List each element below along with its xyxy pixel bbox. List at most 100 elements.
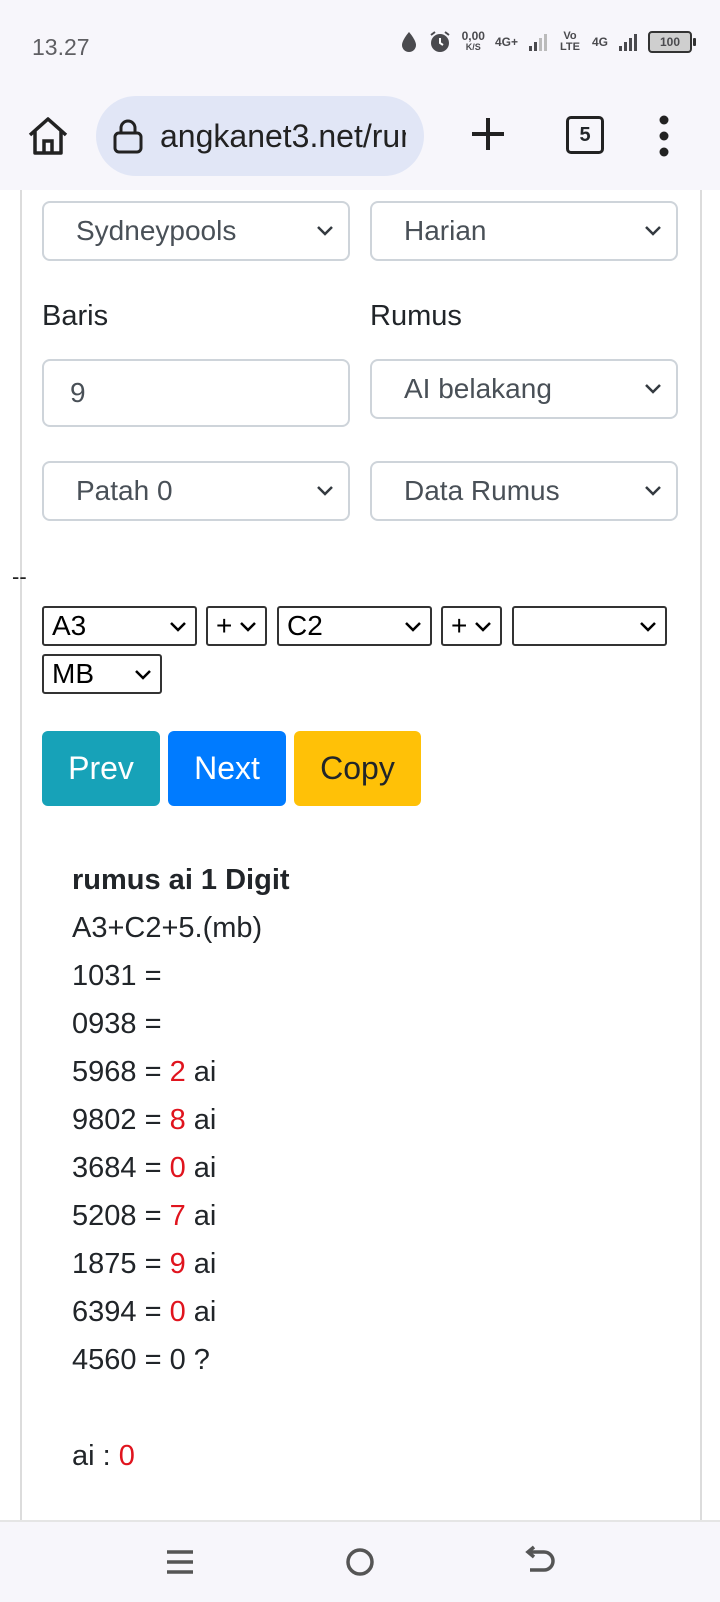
rows-input-value: 9 [70, 377, 86, 408]
result-suffix: ai [193, 1056, 217, 1088]
chevron-down-icon [640, 622, 656, 632]
chevron-down-icon [645, 486, 661, 496]
prev-button[interactable]: Prev [42, 731, 160, 806]
patah-select[interactable]: Patah 0 [42, 461, 350, 521]
result-digit: 7 [169, 1200, 186, 1232]
mode-value: MB [52, 658, 94, 689]
chevron-down-icon [317, 226, 333, 236]
lock-icon [113, 119, 143, 154]
chevron-down-icon [645, 226, 661, 236]
result-row: 0938 = [72, 1008, 162, 1040]
period-select-value: Harian [404, 215, 487, 246]
result-number: 1031 [72, 960, 137, 992]
result-number: 1875 [72, 1248, 137, 1280]
data-rate: 0,00 K/S [461, 29, 485, 52]
chevron-down-icon [405, 622, 421, 632]
result-row: 5968 = 2 ai [72, 1056, 217, 1088]
result-digit: 0 [169, 1152, 186, 1184]
data-rumus-select-value: Data Rumus [404, 475, 560, 506]
formula-select[interactable]: AI belakang [370, 359, 678, 419]
prediction-row: 4560 = 0 ? [72, 1344, 210, 1376]
result-suffix: ai [193, 1296, 217, 1328]
chevron-down-icon [135, 670, 151, 680]
result-digit: 2 [169, 1056, 186, 1088]
next-button[interactable]: Next [168, 731, 286, 806]
alarm-icon [430, 31, 450, 52]
market-select[interactable]: Sydneypools [42, 201, 350, 261]
chevron-down-icon [170, 622, 186, 632]
status-icons: 0,00 K/S 4G+ Vo LTE 4G 100 [400, 29, 696, 54]
result-row: 1875 = 9 ai [72, 1248, 217, 1280]
tab-switcher-button[interactable]: 5 [566, 116, 604, 154]
market-select-value: Sydneypools [76, 215, 237, 246]
result-suffix: ai [193, 1248, 217, 1280]
operator-1-select[interactable]: + [206, 606, 267, 646]
status-bar: 13.27 0,00 K/S 4G+ Vo LTE 4G 100 [0, 0, 720, 90]
chevron-down-icon [645, 384, 661, 394]
address-bar[interactable]: angkanet3.net/rumus [96, 96, 424, 176]
status-time: 13.27 [32, 34, 90, 60]
result-row: 5208 = 7 ai [72, 1200, 217, 1232]
result-title: rumus ai 1 Digit [72, 864, 290, 896]
network-4gplus: 4G+ [494, 35, 518, 49]
operator-2-select[interactable]: + [441, 606, 502, 646]
result-row: 1031 = [72, 960, 162, 992]
operator-1-value: + [216, 610, 233, 641]
home-icon[interactable] [26, 114, 70, 158]
result-number: 0938 [72, 1008, 137, 1040]
result-suffix: ai [193, 1104, 217, 1136]
operator-2-value: + [451, 610, 468, 641]
result-number: 6394 [72, 1296, 137, 1328]
rows-label: Baris [42, 300, 109, 332]
operand-2-select[interactable]: C2 [277, 606, 432, 646]
result-digit: 8 [169, 1104, 186, 1136]
ai-summary: ai : 0 [72, 1432, 290, 1480]
prediction-value: 0 ? [169, 1344, 210, 1376]
operand-2-value: C2 [287, 610, 323, 641]
ai-summary-value: 0 [118, 1440, 135, 1472]
operand-3-select[interactable] [512, 606, 667, 646]
back-icon[interactable] [522, 1544, 558, 1580]
formula-select-value: AI belakang [404, 373, 552, 404]
result-suffix: ai [193, 1152, 217, 1184]
plus-icon[interactable] [468, 114, 508, 154]
patah-select-value: Patah 0 [76, 475, 173, 506]
signal-icon-2 [619, 34, 637, 51]
volte-label: Vo LTE [560, 30, 580, 53]
chevron-down-icon [240, 622, 256, 632]
browser-toolbar: angkanet3.net/rumus 5 [0, 90, 720, 190]
result-row: 6394 = 0 ai [72, 1296, 217, 1328]
ai-summary-label: ai : [72, 1440, 111, 1472]
separator-text: -- [12, 564, 27, 589]
chevron-down-icon [475, 622, 491, 632]
result-panel: rumus ai 1 Digit A3+C2+5.(mb) 1031 = 093… [72, 856, 290, 1480]
operand-1-value: A3 [52, 610, 87, 641]
network-4g: 4G [591, 35, 608, 49]
recent-apps-icon[interactable] [162, 1544, 198, 1580]
mode-select[interactable]: MB [42, 654, 162, 694]
formula-label: Rumus [370, 300, 462, 332]
result-row: 3684 = 0 ai [72, 1152, 217, 1184]
result-number: 3684 [72, 1152, 137, 1184]
result-digit: 9 [169, 1248, 186, 1280]
home-nav-icon[interactable] [342, 1544, 378, 1580]
signal-icon [528, 34, 547, 51]
drop-icon [401, 32, 416, 52]
system-nav-bar [0, 1520, 720, 1602]
copy-button[interactable]: Copy [294, 731, 421, 806]
operand-1-select[interactable]: A3 [42, 606, 197, 646]
period-select[interactable]: Harian [370, 201, 678, 261]
result-row: 9802 = 8 ai [72, 1104, 217, 1136]
result-number: 5208 [72, 1200, 137, 1232]
more-menu-icon[interactable] [656, 114, 672, 158]
battery-icon: 100 [648, 31, 696, 53]
prediction-number: 4560 [72, 1344, 137, 1376]
result-number: 5968 [72, 1056, 137, 1088]
result-rows: 1031 = 0938 = 5968 = 2 ai 9802 = 8 ai 3684… [72, 952, 290, 1336]
data-rumus-select[interactable]: Data Rumus [370, 461, 678, 521]
url-text[interactable]: angkanet3.net/rumus [160, 118, 406, 155]
rows-input[interactable]: 9 [42, 359, 350, 427]
result-number: 9802 [72, 1104, 137, 1136]
result-suffix: ai [193, 1200, 217, 1232]
